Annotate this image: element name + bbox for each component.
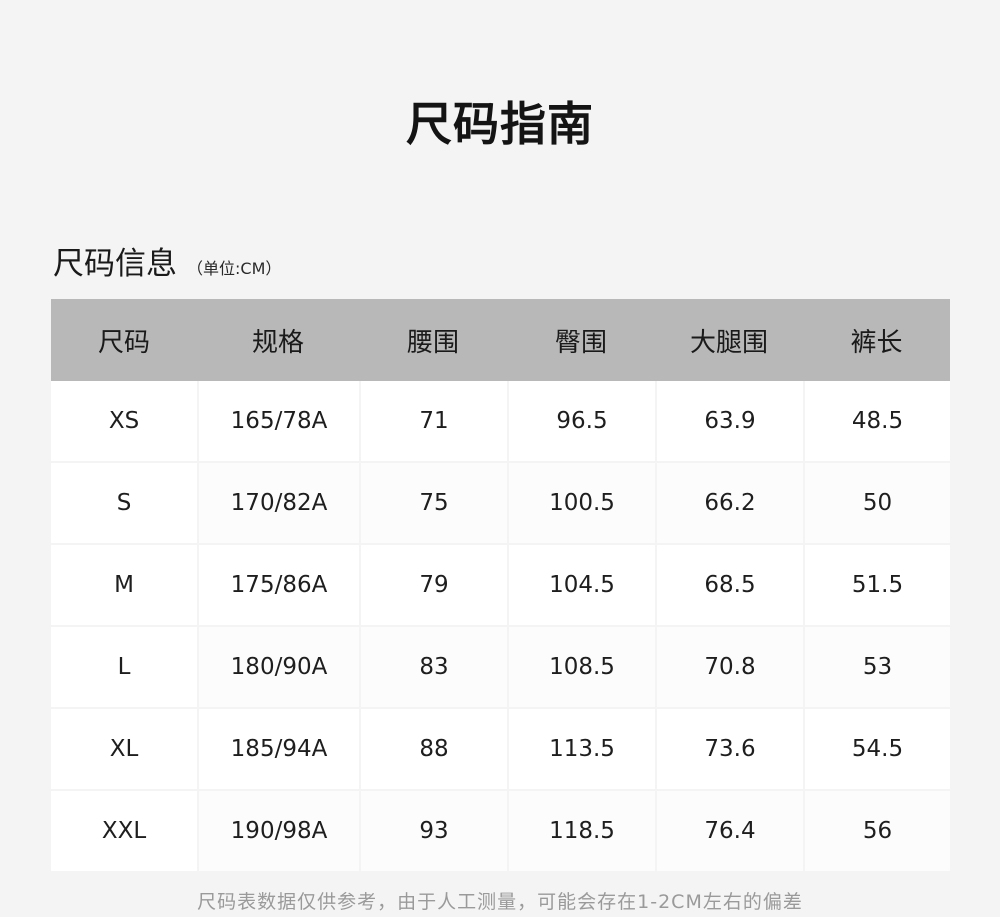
cell-size: S	[51, 461, 197, 543]
cell-size: XS	[51, 381, 197, 461]
table-row: S 170/82A 75 100.5 66.2 50	[51, 461, 950, 543]
page-title: 尺码指南	[406, 97, 594, 151]
size-table: 尺码 规格 腰围 臀围 大腿围 裤长 XS 165/78A 71 96.5 63…	[51, 299, 950, 871]
cell-spec: 185/94A	[197, 707, 359, 789]
cell-length: 51.5	[803, 543, 950, 625]
cell-hip: 96.5	[507, 381, 655, 461]
header-hip: 臀围	[507, 299, 655, 381]
table-row: L 180/90A 83 108.5 70.8 53	[51, 625, 950, 707]
cell-size: L	[51, 625, 197, 707]
header-length: 裤长	[803, 299, 950, 381]
cell-waist: 75	[359, 461, 507, 543]
cell-length: 56	[803, 789, 950, 871]
cell-spec: 165/78A	[197, 381, 359, 461]
cell-waist: 93	[359, 789, 507, 871]
cell-hip: 113.5	[507, 707, 655, 789]
cell-length: 54.5	[803, 707, 950, 789]
table-row: M 175/86A 79 104.5 68.5 51.5	[51, 543, 950, 625]
cell-hip: 118.5	[507, 789, 655, 871]
header-size: 尺码	[51, 299, 197, 381]
cell-length: 48.5	[803, 381, 950, 461]
cell-spec: 170/82A	[197, 461, 359, 543]
header-spec: 规格	[197, 299, 359, 381]
cell-thigh: 63.9	[655, 381, 803, 461]
table-row: XXL 190/98A 93 118.5 76.4 56	[51, 789, 950, 871]
cell-hip: 100.5	[507, 461, 655, 543]
cell-size: XL	[51, 707, 197, 789]
cell-size: M	[51, 543, 197, 625]
cell-thigh: 73.6	[655, 707, 803, 789]
cell-spec: 180/90A	[197, 625, 359, 707]
table-row: XL 185/94A 88 113.5 73.6 54.5	[51, 707, 950, 789]
cell-thigh: 68.5	[655, 543, 803, 625]
section-title: 尺码信息	[53, 246, 177, 282]
table-header-row: 尺码 规格 腰围 臀围 大腿围 裤长	[51, 299, 950, 381]
header-waist: 腰围	[359, 299, 507, 381]
disclaimer-note: 尺码表数据仅供参考，由于人工测量，可能会存在1-2CM左右的偏差	[197, 891, 803, 913]
cell-hip: 104.5	[507, 543, 655, 625]
cell-length: 50	[803, 461, 950, 543]
cell-waist: 71	[359, 381, 507, 461]
unit-label: （单位:CM）	[187, 259, 282, 278]
cell-spec: 190/98A	[197, 789, 359, 871]
cell-length: 53	[803, 625, 950, 707]
cell-spec: 175/86A	[197, 543, 359, 625]
cell-hip: 108.5	[507, 625, 655, 707]
section-heading: 尺码信息 （单位:CM）	[53, 240, 281, 288]
cell-thigh: 66.2	[655, 461, 803, 543]
cell-thigh: 70.8	[655, 625, 803, 707]
cell-thigh: 76.4	[655, 789, 803, 871]
cell-waist: 88	[359, 707, 507, 789]
cell-size: XXL	[51, 789, 197, 871]
cell-waist: 83	[359, 625, 507, 707]
table-row: XS 165/78A 71 96.5 63.9 48.5	[51, 381, 950, 461]
header-thigh: 大腿围	[655, 299, 803, 381]
cell-waist: 79	[359, 543, 507, 625]
